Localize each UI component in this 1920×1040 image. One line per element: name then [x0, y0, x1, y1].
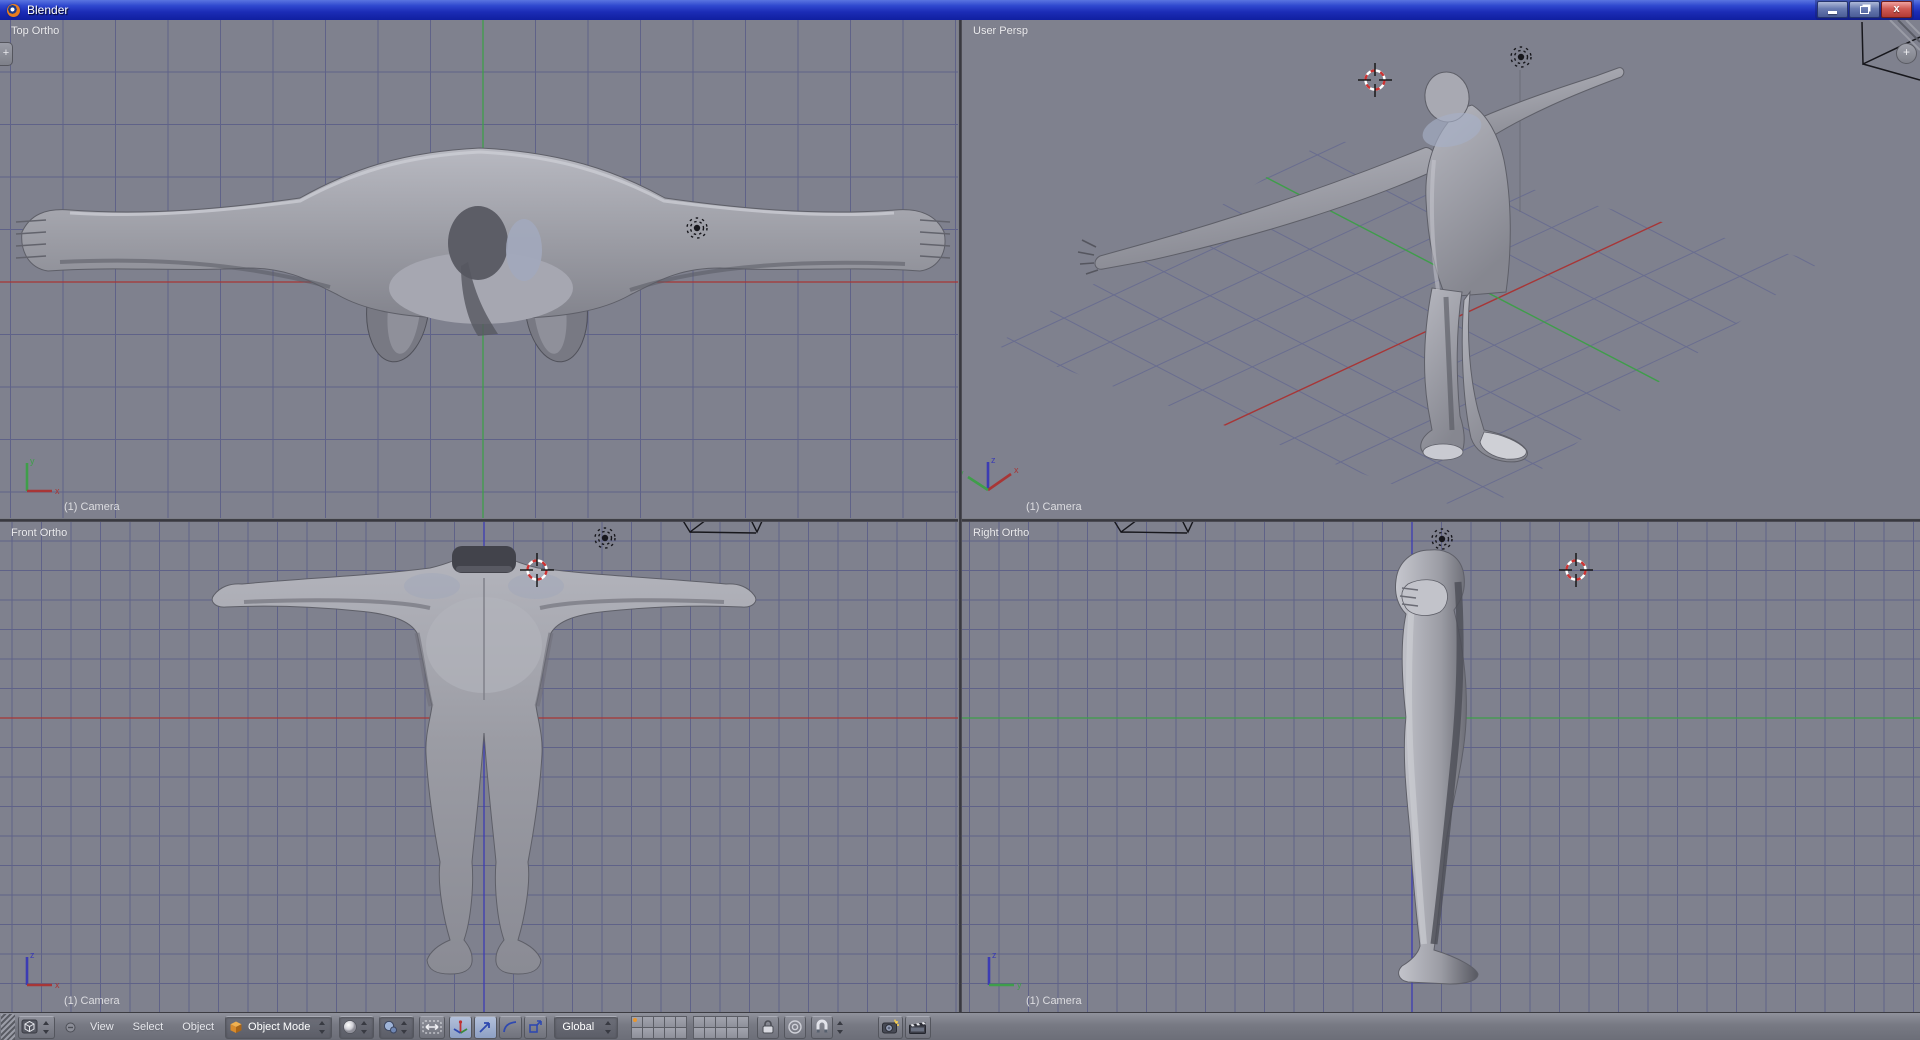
minimize-icon [1828, 11, 1837, 14]
layer-group-2[interactable] [692, 1015, 749, 1039]
rotate-manipulator-button[interactable] [474, 1015, 498, 1039]
editor-type-spinner[interactable] [42, 1020, 51, 1035]
show-panel-tab[interactable]: + [0, 42, 13, 66]
layer-button-10[interactable] [674, 1026, 687, 1039]
manipulator-toggle-icon [422, 1020, 442, 1034]
manipulator-toggle-button[interactable] [419, 1015, 446, 1039]
lock-button[interactable] [757, 1015, 780, 1039]
restore-button[interactable] [1849, 1, 1880, 18]
solid-shading-sphere-icon [343, 1020, 358, 1034]
viewport-right-ortho[interactable]: zy Right Ortho (1) Camera [962, 522, 1920, 1012]
view3d-header: View Select Object Object Mode Global [0, 1012, 1920, 1040]
viewport-canvas-right-ortho[interactable]: zy [962, 522, 1920, 1012]
collapse-menus-icon[interactable] [64, 1021, 77, 1034]
window-title: Blender [27, 3, 69, 17]
rotation-pivot-icon [384, 1020, 398, 1034]
scale-manipulator-button[interactable] [499, 1015, 523, 1039]
svg-text:z: z [991, 455, 996, 465]
restore-icon [1860, 5, 1869, 14]
render-anim-button[interactable] [905, 1015, 932, 1039]
viewport-canvas-top-ortho[interactable]: yx [0, 20, 958, 518]
svg-text:z: z [992, 950, 997, 960]
pivot-spinner[interactable] [400, 1020, 409, 1035]
blender-logo-icon [7, 3, 20, 17]
area-divider-vertical[interactable] [958, 20, 962, 1012]
svg-text:z: z [30, 950, 35, 960]
layer-button-20[interactable] [736, 1026, 749, 1039]
render-button[interactable] [878, 1015, 904, 1039]
scale-manipulator-icon [503, 1021, 517, 1033]
draw-type-dropdown[interactable] [339, 1015, 375, 1039]
rotate-manipulator-icon [479, 1022, 491, 1033]
layer-group-1[interactable] [630, 1015, 687, 1039]
mode-dropdown[interactable]: Object Mode [225, 1015, 333, 1039]
blender-window: Blender x yx Top Ortho (1) Camera zxy Us… [0, 0, 1920, 1040]
menu-view[interactable]: View [90, 1021, 114, 1033]
lock-icon [762, 1020, 774, 1034]
window-controls: x [1815, 0, 1914, 21]
orientation-spinner[interactable] [604, 1020, 613, 1035]
viewport-top-ortho[interactable]: yx Top Ortho (1) Camera [0, 20, 958, 518]
viewport-canvas-front-ortho[interactable]: zx [0, 522, 958, 1012]
mode-label: Object Mode [248, 1021, 311, 1033]
object-mode-cube-icon [230, 1021, 242, 1033]
translate-manipulator-button[interactable] [449, 1015, 473, 1039]
render-anim-clapper-icon [909, 1021, 927, 1034]
orientation-dropdown[interactable]: Global [554, 1015, 619, 1039]
viewport-user-persp[interactable]: zxy User Persp (1) Camera [962, 20, 1920, 518]
svg-text:x: x [1014, 465, 1019, 475]
translate-manipulator-icon [453, 1020, 468, 1034]
snap-magnet-icon [816, 1019, 828, 1033]
3d-viewport-editor-icon [21, 1019, 38, 1034]
viewport-front-ortho[interactable]: zx Front Ortho (1) Camera [0, 522, 958, 1012]
mode-spinner[interactable] [318, 1020, 327, 1035]
viewport-canvas-user-persp[interactable]: zxy [962, 20, 1920, 518]
minimize-button[interactable] [1817, 1, 1848, 18]
close-icon: x [1893, 3, 1900, 15]
area-corner-grip[interactable] [1, 1014, 15, 1040]
menu-object[interactable]: Object [182, 1021, 214, 1033]
pivot-dropdown[interactable] [379, 1015, 415, 1039]
manipulator-extra-button[interactable] [524, 1015, 548, 1039]
proportional-edit-icon [788, 1020, 802, 1034]
svg-text:y: y [30, 456, 35, 466]
menu-select[interactable]: Select [133, 1021, 164, 1033]
snap-spinner[interactable] [836, 1020, 845, 1035]
close-button[interactable]: x [1881, 1, 1912, 18]
snap-button[interactable] [811, 1015, 834, 1039]
svg-text:y: y [1017, 980, 1022, 990]
orientation-label: Global [562, 1021, 595, 1033]
editor-type-button[interactable] [18, 1015, 55, 1039]
render-camera-icon [882, 1019, 900, 1033]
draw-type-spinner[interactable] [360, 1020, 369, 1035]
layers-widget [630, 1015, 749, 1039]
svg-text:x: x [55, 980, 60, 990]
scale-cage-manipulator-icon [529, 1020, 543, 1033]
show-panel-button[interactable]: + [1896, 43, 1917, 64]
proportional-edit-button[interactable] [784, 1015, 807, 1039]
title-bar[interactable]: Blender x [0, 0, 1920, 21]
svg-text:x: x [55, 486, 60, 496]
